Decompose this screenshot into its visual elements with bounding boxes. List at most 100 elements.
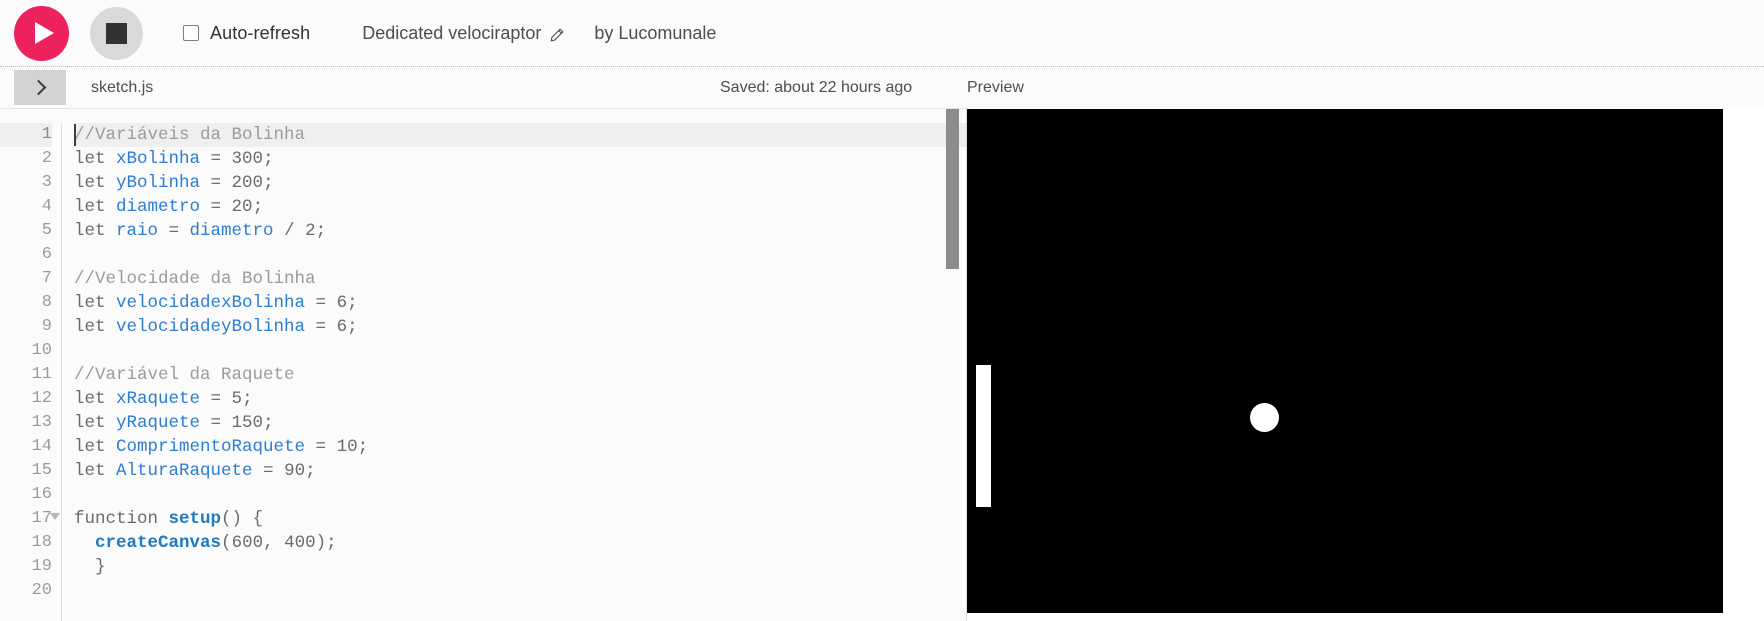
code-token: let [74,221,117,241]
code-token: ; [263,413,274,433]
code-line[interactable]: createCanvas(600, 400); [74,531,966,555]
code-line[interactable]: let ComprimentoRaquete = 10; [74,435,966,459]
code-token: let [74,461,117,481]
line-number: 11 [31,365,52,384]
sketch-author[interactable]: by Lucomunale [594,23,716,44]
code-line[interactable]: //Velocidade da Bolinha [74,267,966,291]
sidebar-toggle-button[interactable] [14,70,66,105]
line-number: 10 [31,341,52,360]
code-content[interactable]: //Variáveis da Bolinha let xBolinha = 300… [62,123,966,621]
code-token: = [200,197,232,217]
line-number: 5 [41,221,52,240]
code-line[interactable]: //Variável da Raquete [74,363,966,387]
code-token: 200 [231,173,264,193]
play-icon [35,22,54,44]
code-token: velocidadeyBolinha [116,317,306,337]
p5-editor-window: Auto-refresh Dedicated velociraptor by L… [0,0,1764,621]
p5-sketch-canvas[interactable] [967,109,1723,613]
code-line[interactable] [74,483,966,507]
code-token: AlturaRaquete [116,461,253,481]
code-token: //Variáveis da Bolinha [74,125,306,145]
current-filename[interactable]: sketch.js [66,67,153,108]
code-token: 2 [305,221,316,241]
code-line[interactable]: let xBolinha = 300; [74,147,966,171]
code-token: let [74,197,117,217]
code-token: ; [347,293,358,313]
stop-button[interactable] [90,6,143,60]
line-number: 15 [31,461,52,480]
ball-shape [1249,403,1279,433]
line-number: 19 [31,557,52,576]
saved-status: Saved: about 22 hours ago [720,78,913,96]
code-line[interactable]: //Variáveis da Bolinha [74,123,966,147]
code-token: ComprimentoRaquete [116,437,306,457]
code-line[interactable] [74,339,966,363]
code-line[interactable]: let xRaquete = 5; [74,387,966,411]
code-token: 300 [231,149,264,169]
code-token: let [74,149,117,169]
code-line[interactable]: let yRaquete = 150; [74,411,966,435]
code-token: = [158,221,190,241]
paddle-shape [975,364,991,508]
code-token: = [200,173,232,193]
code-line[interactable]: let yBolinha = 200; [74,171,966,195]
auto-refresh-checkbox[interactable] [183,25,199,41]
code-line[interactable]: function setup() { [74,507,966,531]
pencil-icon[interactable] [550,26,564,42]
code-line[interactable] [74,243,966,267]
code-token: ; [347,317,358,337]
auto-refresh-toggle[interactable]: Auto-refresh [183,23,310,44]
code-editor-pane[interactable]: 1 2 3 4 5 6 7 8 9 10 11 12 13 14 15 16 17 18 19 20 //Variáv… [0,108,966,621]
sketch-name-text: Dedicated velociraptor [362,22,542,43]
code-token: ; [242,389,253,409]
code-token: yBolinha [116,173,201,193]
code-token: = [252,461,285,481]
run-button[interactable] [14,5,69,61]
text-caret [74,124,76,146]
code-line[interactable]: let AlturaRaquete = 90; [74,459,966,483]
auto-refresh-label: Auto-refresh [210,22,311,43]
fold-arrow-icon[interactable] [50,513,60,520]
line-number: 17 [0,507,60,531]
code-token: 600 [231,533,264,553]
code-line[interactable]: let velocidadexBolinha = 6; [74,291,966,315]
code-token: xBolinha [116,149,201,169]
sketch-name[interactable]: Dedicated velociraptor [362,23,564,44]
code-token: let [74,173,117,193]
code-line[interactable]: let diametro = 20; [74,195,966,219]
code-token: = [200,389,232,409]
code-token: //Variável da Raquete [74,365,295,385]
code-token: function [74,509,169,529]
editor-scrollbar-thumb[interactable] [946,109,959,269]
code-line[interactable]: let raio = diametro / 2; [74,219,966,243]
code-token: 150 [231,413,264,433]
chevron-right-icon [30,79,47,96]
code-token: / [273,221,306,241]
code-token: 90 [284,461,306,481]
code-token: ; [315,221,327,241]
code-token: ; [357,437,369,457]
code-token: raio [116,221,159,241]
code-token: = [200,413,232,433]
code-token: let [74,437,117,457]
editor-scrollbar[interactable] [946,109,959,621]
code-line[interactable] [74,579,966,603]
code-token: let [74,389,117,409]
line-number-gutter: 1 2 3 4 5 6 7 8 9 10 11 12 13 14 15 16 17 18 19 20 [0,123,62,621]
code-token: ; [263,173,274,193]
code-token: ; [263,149,274,169]
code-token: ); [315,533,337,553]
code-token: 10 [336,437,358,457]
line-number: 2 [41,149,52,168]
line-number: 14 [31,437,52,456]
code-token: velocidadexBolinha [116,293,306,313]
code-token: setup [168,509,222,529]
preview-panel-label: Preview [967,78,1024,96]
code-line[interactable]: } [74,555,966,579]
code-token: 6 [336,317,348,337]
code-token: //Velocidade da Bolinha [74,269,316,289]
code-line[interactable]: let velocidadeyBolinha = 6; [74,315,966,339]
code-token: = [305,293,337,313]
code-token: 400 [284,533,316,553]
editor-preview-split: 1 2 3 4 5 6 7 8 9 10 11 12 13 14 15 16 17 18 19 20 //Variáv… [0,108,1764,621]
